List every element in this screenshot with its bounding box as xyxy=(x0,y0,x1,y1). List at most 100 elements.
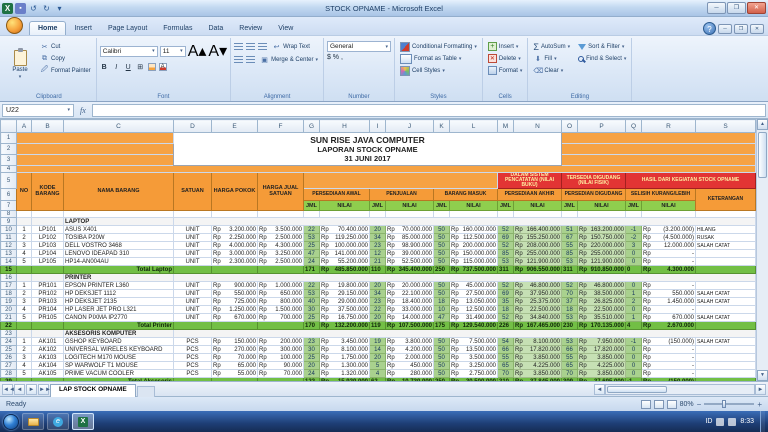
page-break-view-icon[interactable] xyxy=(667,400,677,409)
grid-cell[interactable]: 50 xyxy=(434,250,450,258)
grid-cell[interactable]: 0 xyxy=(626,266,642,274)
grid-cell[interactable]: Rp- xyxy=(642,362,696,370)
grid-cell[interactable] xyxy=(258,322,304,330)
column-header-S[interactable]: S xyxy=(696,120,756,133)
scroll-up-icon[interactable]: ▲ xyxy=(757,119,768,130)
grid-cell[interactable]: Rp3.850.000 xyxy=(578,370,626,378)
tray-icon[interactable] xyxy=(716,418,724,426)
merge-center-button[interactable]: ▣Merge & Center▾ xyxy=(258,54,320,65)
grid-cell[interactable]: HP14-AN004AU xyxy=(64,258,174,266)
grid-cell[interactable] xyxy=(17,144,174,155)
grid-cell[interactable]: Rp37.845.000 xyxy=(514,378,562,382)
tab-view[interactable]: View xyxy=(270,22,301,35)
number-symbols-icons[interactable]: $ % , xyxy=(327,54,343,61)
font-color-icon[interactable]: A xyxy=(159,63,167,71)
header-group[interactable]: PERSEDIAN DIGUDANG xyxy=(562,189,626,201)
header-keterangan[interactable]: KETERANGAN xyxy=(696,189,756,211)
grid-cell[interactable] xyxy=(696,250,756,258)
column-header-C[interactable]: C xyxy=(64,120,174,133)
grid-cell[interactable]: Rp37.500.000 xyxy=(320,306,370,314)
grid-cell[interactable]: UNIT xyxy=(174,234,212,242)
grid-cell[interactable]: 66 xyxy=(562,346,578,354)
grid-cell[interactable]: 37 xyxy=(562,298,578,306)
paste-button[interactable]: Paste ▾ xyxy=(5,39,35,91)
grid-cell[interactable] xyxy=(174,330,756,338)
header-group[interactable]: PERSEDIAAN AKHIR xyxy=(498,189,562,201)
grid-cell[interactable]: Rp550.000 xyxy=(212,290,258,298)
grid-cell[interactable] xyxy=(696,306,756,314)
grid-cell[interactable]: UNIT xyxy=(174,298,212,306)
format-cells-button[interactable]: Format▾ xyxy=(486,65,525,76)
sort-filter-button[interactable]: Sort & Filter▾ xyxy=(576,41,628,52)
grid-cell[interactable]: Rp4.000.000 xyxy=(212,242,258,250)
grid-cell[interactable]: 2 xyxy=(17,234,32,242)
grid-cell[interactable]: Rp7.500.000 xyxy=(450,338,498,346)
grid-cell[interactable]: Rp4.225.000 xyxy=(578,362,626,370)
grid-cell[interactable]: 119 xyxy=(370,322,386,330)
grid-cell[interactable]: 50 xyxy=(434,242,450,250)
grid-cell[interactable]: 47 xyxy=(304,250,320,258)
grid-cell[interactable]: 14 xyxy=(370,346,386,354)
grid-cell[interactable] xyxy=(386,211,434,218)
grid-cell[interactable]: 20 xyxy=(370,314,386,322)
italic-button[interactable]: I xyxy=(112,64,121,71)
format-painter-button[interactable]: 🖉Format Painter xyxy=(38,65,93,76)
grid-cell[interactable]: PCS xyxy=(174,346,212,354)
normal-view-icon[interactable] xyxy=(641,400,651,409)
grid-cell[interactable]: Rp70.000 xyxy=(212,354,258,362)
banner-nilai-buku[interactable]: DALAM SISTEM PENCATATAN (NILAI BUKU) xyxy=(498,173,562,189)
grid-cell[interactable]: Rp3.450.000 xyxy=(320,338,370,346)
grid-cell[interactable]: LP103 xyxy=(32,242,64,250)
grid-cell[interactable]: Rp29.150.000 xyxy=(320,290,370,298)
section-label-printer[interactable]: PRINTER xyxy=(64,274,174,282)
grid-cell[interactable]: 5 xyxy=(17,370,32,378)
grid-cell[interactable]: LOGITECH M170 MOUSE xyxy=(64,354,174,362)
grid-cell[interactable]: Rp3.250.000 xyxy=(258,250,304,258)
grid-cell[interactable]: 55 xyxy=(562,354,578,362)
row-header[interactable]: 11 xyxy=(1,234,17,242)
grid-cell[interactable]: 23 xyxy=(370,242,386,250)
grid-cell[interactable]: 24 xyxy=(304,258,320,266)
grid-cell[interactable]: 5 xyxy=(17,258,32,266)
grid-cell[interactable]: 69 xyxy=(498,290,514,298)
grid-cell[interactable]: 70 xyxy=(498,370,514,378)
find-select-button[interactable]: Find & Select▾ xyxy=(576,53,628,64)
grid-cell[interactable] xyxy=(17,155,174,166)
grid-cell[interactable]: PR104 xyxy=(32,306,64,314)
grid-cell[interactable]: Rp4.300.000 xyxy=(258,242,304,250)
indent-increase-icon[interactable] xyxy=(246,56,255,64)
zoom-out-icon[interactable]: − xyxy=(697,400,702,409)
grid-cell[interactable]: 34 xyxy=(370,234,386,242)
section-label-aksesoris-komputer[interactable]: AKSESORIS KOMPUTER xyxy=(64,330,174,338)
grid-cell[interactable]: Total Aksesoris xyxy=(64,378,174,382)
grid-cell[interactable]: 310 xyxy=(498,378,514,382)
grid-cell[interactable]: Rp150.000.000 xyxy=(450,250,498,258)
grid-cell[interactable]: AK104 xyxy=(32,362,64,370)
grid-cell[interactable]: Rp4.200.000 xyxy=(386,346,434,354)
underline-button[interactable]: U xyxy=(124,64,133,71)
grid-cell[interactable]: 50 xyxy=(434,354,450,362)
grid-cell[interactable] xyxy=(212,266,258,274)
grid-cell[interactable] xyxy=(17,218,32,226)
grid-cell[interactable]: Total Laptop xyxy=(64,266,174,274)
grid-cell[interactable]: Rp1.500.000 xyxy=(258,306,304,314)
font-name-combo[interactable]: Calibri▾ xyxy=(100,46,158,57)
conditional-formatting-button[interactable]: Conditional Formatting▾ xyxy=(398,41,479,52)
grid-cell[interactable]: PR102 xyxy=(32,290,64,298)
grid-cell[interactable]: 23 xyxy=(370,298,386,306)
row-header[interactable]: 26 xyxy=(1,354,17,362)
grid-cell[interactable]: HP LASER JET PRO L321 xyxy=(64,306,174,314)
grid-cell[interactable]: GSHOP KEYBOARD xyxy=(64,338,174,346)
column-header-D[interactable]: D xyxy=(174,120,212,133)
grid-cell[interactable]: Rp3.850.000 xyxy=(514,370,562,378)
copy-button[interactable]: ⧉Copy xyxy=(38,53,93,64)
row-header[interactable]: 1 xyxy=(1,133,17,144)
grid-cell[interactable]: Rp3.800.000 xyxy=(386,338,434,346)
grid-cell[interactable]: 4 xyxy=(17,306,32,314)
grid-cell[interactable]: 250 xyxy=(434,266,450,274)
grid-cell[interactable]: 50 xyxy=(434,290,450,298)
office-button[interactable] xyxy=(6,17,23,34)
grid-cell[interactable]: LENOVO IDEAPAD 310 xyxy=(64,250,174,258)
row-header[interactable]: 7 xyxy=(1,201,17,211)
grid-cell[interactable]: Rp129.540.000 xyxy=(450,322,498,330)
